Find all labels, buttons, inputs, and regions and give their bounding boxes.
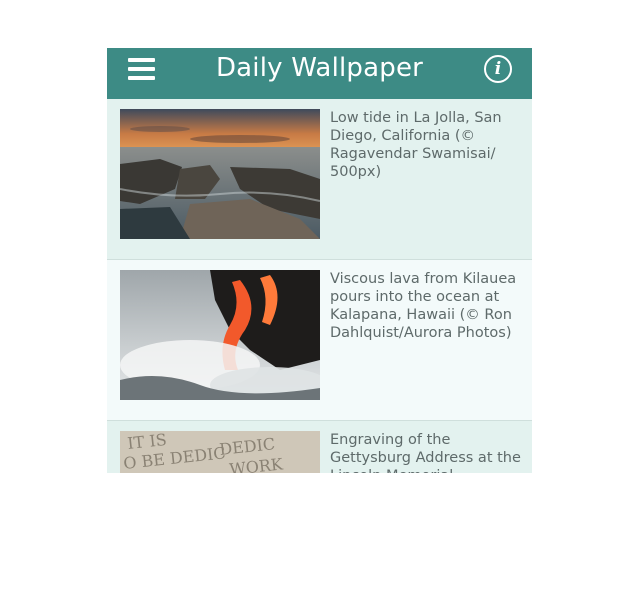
app-title: Daily Wallpaper — [215, 53, 424, 83]
info-icon-glyph: i — [494, 59, 502, 79]
wallpaper-list: Low tide in La Jolla, San Diego, Califor… — [107, 99, 532, 473]
app-header: Daily Wallpaper i — [107, 48, 532, 99]
wallpaper-caption: Low tide in La Jolla, San Diego, Califor… — [330, 110, 502, 180]
wallpaper-list-item[interactable]: IT IS O BE DEDIC DEDIC WORK Engraving of… — [107, 421, 532, 473]
wallpaper-thumbnail-la-jolla[interactable] — [120, 109, 320, 239]
wallpaper-caption: Viscous lava from Kilauea pours into the… — [330, 271, 517, 341]
wallpaper-caption: Engraving of the Gettysburg Address at t… — [330, 432, 521, 473]
wallpaper-thumbnail-kilauea-lava[interactable] — [120, 270, 320, 400]
info-icon[interactable]: i — [484, 55, 512, 83]
app-screen: Daily Wallpaper i Low tide in La Jolla, … — [107, 48, 532, 473]
wallpaper-list-item[interactable]: Low tide in La Jolla, San Diego, Califor… — [107, 99, 532, 260]
wallpaper-list-item[interactable]: Viscous lava from Kilauea pours into the… — [107, 260, 532, 421]
wallpaper-thumbnail-gettysburg[interactable]: IT IS O BE DEDIC DEDIC WORK — [120, 431, 320, 473]
